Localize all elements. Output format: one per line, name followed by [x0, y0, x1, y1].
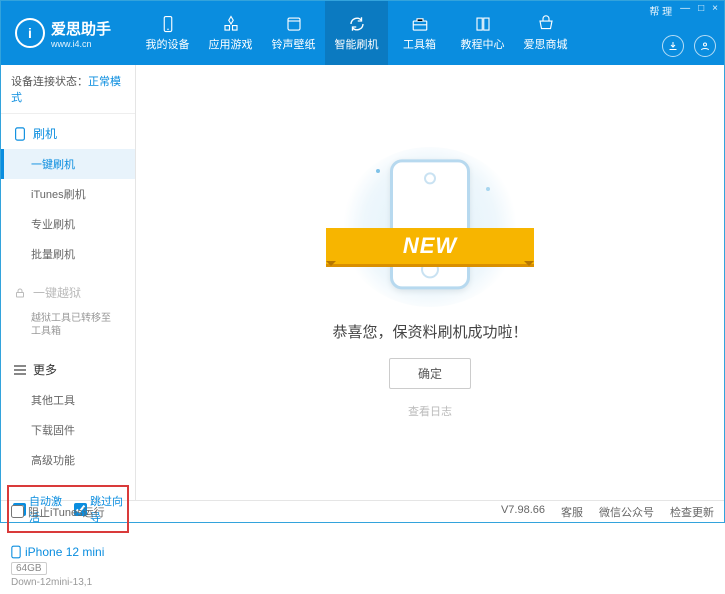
apps-icon — [221, 15, 241, 33]
device-storage-badge: 64GB — [11, 562, 47, 575]
sidebar-item-advanced[interactable]: 高级功能 — [1, 445, 135, 475]
sidebar-item-other-tools[interactable]: 其他工具 — [1, 385, 135, 415]
success-message: 恭喜您，保资料刷机成功啦！ — [332, 321, 527, 342]
download-button[interactable] — [662, 35, 684, 57]
sidebar-item-itunes-flash[interactable]: iTunes刷机 — [1, 179, 135, 209]
toolbox-icon — [410, 15, 430, 33]
device-model: Down-12mini-13,1 — [11, 577, 125, 588]
connection-status: 设备连接状态：正常模式 — [1, 65, 135, 114]
window-controls: 帮 理 — □ × — [649, 3, 718, 18]
user-icon — [699, 40, 711, 52]
block-itunes-label: 阻止iTunes运行 — [28, 504, 105, 520]
footer-wechat[interactable]: 微信公众号 — [599, 504, 654, 520]
maximize-button[interactable]: □ — [698, 3, 704, 18]
sidebar-item-pro-flash[interactable]: 专业刷机 — [1, 209, 135, 239]
nav-store[interactable]: 爱思商城 — [514, 1, 577, 65]
nav-apps-games[interactable]: 应用游戏 — [199, 1, 262, 65]
section-more[interactable]: 更多 — [1, 354, 135, 385]
logo: i 爱思助手 www.i4.cn — [1, 18, 136, 49]
cart-icon — [536, 15, 556, 33]
nav-smart-flash[interactable]: 智能刷机 — [325, 1, 388, 65]
menu-icon — [13, 363, 27, 377]
nav-my-device[interactable]: 我的设备 — [136, 1, 199, 65]
sidebar-item-batch-flash[interactable]: 批量刷机 — [1, 239, 135, 269]
main-content: NEW 恭喜您，保资料刷机成功啦！ 确定 查看日志 — [136, 65, 724, 500]
help-button[interactable]: 帮 理 — [649, 3, 672, 18]
refresh-icon — [347, 15, 367, 33]
nav-ringtone-wallpaper[interactable]: 铃声壁纸 — [262, 1, 325, 65]
download-icon — [667, 40, 679, 52]
logo-icon: i — [15, 18, 45, 48]
brand-name: 爱思助手 — [51, 18, 111, 39]
success-illustration: NEW — [340, 147, 520, 307]
section-flash[interactable]: 刷机 — [1, 118, 135, 149]
phone-tiny-icon — [11, 545, 21, 559]
device-info: iPhone 12 mini 64GB Down-12mini-13,1 — [1, 539, 135, 594]
version-label: V7.98.66 — [501, 504, 545, 520]
nav-toolbox[interactable]: 工具箱 — [388, 1, 451, 65]
view-log-link[interactable]: 查看日志 — [408, 403, 452, 419]
device-name[interactable]: iPhone 12 mini — [11, 545, 125, 559]
new-ribbon: NEW — [326, 228, 534, 264]
jailbreak-note: 越狱工具已转移至 工具箱 — [1, 308, 135, 346]
top-nav: 我的设备 应用游戏 铃声壁纸 智能刷机 工具箱 教程中心 爱思商城 — [136, 1, 577, 65]
sidebar-item-one-click-flash[interactable]: 一键刷机 — [1, 149, 135, 179]
footer-update[interactable]: 检查更新 — [670, 504, 714, 520]
footer-service[interactable]: 客服 — [561, 504, 583, 520]
checkbox-block-itunes[interactable] — [11, 505, 24, 518]
section-jailbreak[interactable]: 一键越狱 — [1, 277, 135, 308]
close-button[interactable]: × — [712, 3, 718, 18]
sidebar: 设备连接状态：正常模式 刷机 一键刷机 iTunes刷机 专业刷机 批量刷机 一… — [1, 65, 136, 500]
phone-icon — [158, 15, 178, 33]
book-icon — [473, 15, 493, 33]
lock-icon — [13, 286, 27, 300]
brand-site: www.i4.cn — [51, 39, 111, 49]
nav-tutorials[interactable]: 教程中心 — [451, 1, 514, 65]
minimize-button[interactable]: — — [680, 3, 690, 18]
header-right-buttons — [662, 35, 716, 57]
app-header: i 爱思助手 www.i4.cn 我的设备 应用游戏 铃声壁纸 智能刷机 工具箱 — [1, 1, 724, 65]
footer: 阻止iTunes运行 V7.98.66 客服 微信公众号 检查更新 — [1, 500, 724, 522]
ok-button[interactable]: 确定 — [389, 358, 471, 389]
account-button[interactable] — [694, 35, 716, 57]
sidebar-item-download-firmware[interactable]: 下载固件 — [1, 415, 135, 445]
media-icon — [284, 15, 304, 33]
phone-small-icon — [13, 127, 27, 141]
